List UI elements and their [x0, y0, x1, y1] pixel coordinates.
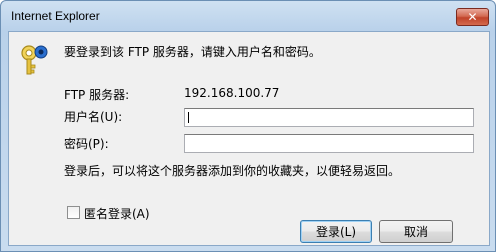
username-field[interactable]: [184, 108, 474, 127]
server-address: 192.168.100.77: [184, 86, 280, 100]
close-icon: ✕: [467, 10, 478, 24]
text-caret: [188, 112, 189, 123]
favorites-note: 登录后，可以将这个服务器添加到你的收藏夹，以便轻易返回。: [64, 164, 401, 178]
server-label: FTP 服务器:: [64, 88, 130, 102]
cancel-button[interactable]: 取消: [379, 220, 453, 243]
anonymous-login-checkbox[interactable]: [67, 206, 80, 219]
username-label: 用户名(U):: [64, 110, 123, 124]
login-prompt: 要登录到该 FTP 服务器，请键入用户名和密码。: [64, 45, 321, 59]
close-button[interactable]: ✕: [456, 8, 489, 26]
anonymous-login-label[interactable]: 匿名登录(A): [84, 205, 150, 222]
login-dialog: Internet Explorer ✕ 要登录到该 FTP 服务器，请键入用户名…: [0, 0, 496, 252]
password-label: 密码(P):: [64, 137, 109, 151]
window-title: Internet Explorer: [11, 9, 100, 23]
title-bar[interactable]: Internet Explorer ✕: [1, 1, 495, 31]
login-button[interactable]: 登录(L): [300, 220, 372, 243]
password-field[interactable]: [184, 134, 474, 153]
key-icon: [21, 45, 48, 75]
dialog-body: 要登录到该 FTP 服务器，请键入用户名和密码。 FTP 服务器: 192.16…: [8, 31, 490, 246]
